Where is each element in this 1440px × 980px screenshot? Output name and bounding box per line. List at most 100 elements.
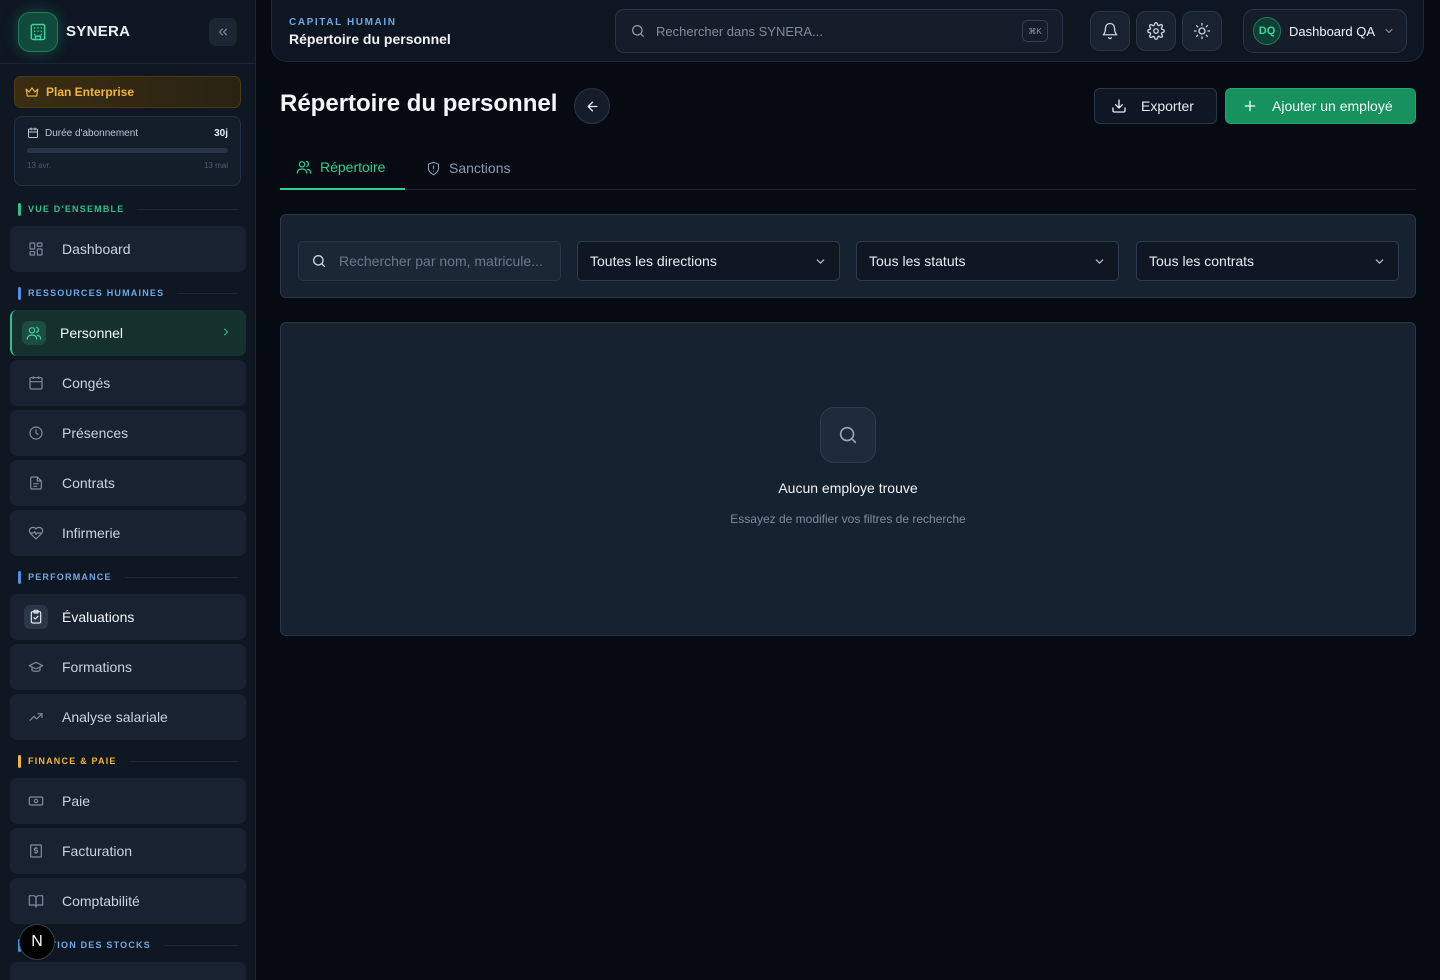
contract-select-value: Tous les contrats [1149, 253, 1255, 269]
tabs: Répertoire Sanctions [280, 146, 1416, 190]
section-label: PERFORMANCE [28, 572, 112, 582]
building-icon[interactable] [18, 11, 58, 52]
empty-state-title: Aucun employe trouve [778, 480, 918, 496]
section-vue-ensemble: VUE D'ENSEMBLE [0, 202, 255, 216]
book-icon [24, 889, 48, 913]
subscription-days: 30j [214, 127, 228, 139]
sidebar-item-label: Évaluations [62, 609, 135, 625]
calendar-icon [24, 371, 48, 395]
section-finance-paie: FINANCE & PAIE [0, 754, 255, 768]
sidebar-item-label: Infirmerie [62, 525, 121, 541]
sidebar-item-facturation[interactable]: Facturation [10, 828, 246, 874]
brand: SYNERA [0, 0, 255, 64]
sidebar-item-formations[interactable]: Formations [10, 644, 246, 690]
settings-button[interactable] [1136, 11, 1176, 51]
shield-alert-icon [427, 161, 440, 175]
sidebar-item-dashboard[interactable]: Dashboard [10, 226, 246, 272]
subscription-label: Durée d'abonnement [45, 127, 139, 139]
chevron-down-icon [1375, 258, 1384, 264]
collapse-sidebar-button[interactable] [209, 17, 237, 46]
tab-repertoire[interactable]: Répertoire [280, 146, 405, 190]
grid-icon [24, 237, 48, 261]
sidebar-item-stocks[interactable] [10, 962, 246, 980]
sidebar-item-contrats[interactable]: Contrats [10, 460, 246, 506]
direction-select-value: Toutes les directions [590, 253, 717, 269]
receipt-icon [24, 839, 48, 863]
add-employee-label: Ajouter un employé [1272, 98, 1393, 114]
user-name: Dashboard QA [1289, 23, 1375, 39]
sidebar-item-analyse-salariale[interactable]: Analyse salariale [10, 694, 246, 740]
sun-icon [1193, 22, 1211, 40]
search-icon [632, 25, 644, 37]
search-shortcut: ⌘K [1022, 20, 1048, 42]
contract-select[interactable]: Tous les contrats [1136, 241, 1399, 281]
dev-tools-badge[interactable]: N [19, 924, 55, 960]
empty-state-subtitle: Essayez de modifier vos filtres de reche… [730, 512, 966, 526]
sidebar-item-label: Présences [62, 425, 129, 441]
sidebar-item-label: Facturation [62, 843, 133, 859]
banknote-icon [24, 789, 48, 813]
chevron-down-icon [1095, 258, 1104, 264]
sidebar-item-label: Personnel [60, 325, 124, 341]
plan-badge[interactable]: Plan Enterprise [14, 76, 241, 108]
status-select[interactable]: Tous les statuts [856, 241, 1119, 281]
section-label: VUE D'ENSEMBLE [28, 204, 125, 214]
search-icon [820, 407, 876, 463]
file-icon [24, 471, 48, 495]
back-button[interactable] [574, 88, 610, 124]
sidebar-item-label: Comptabilité [62, 893, 140, 909]
subscription-end: 13 mai [203, 161, 228, 170]
plus-icon [1244, 100, 1256, 112]
sidebar-item-conges[interactable]: Congés [10, 360, 246, 406]
plan-label: Plan Enterprise [46, 85, 135, 99]
chevron-down-icon [816, 258, 825, 264]
tab-sanctions[interactable]: Sanctions [410, 146, 526, 190]
sidebar-item-presences[interactable]: Présences [10, 410, 246, 456]
sidebar-item-infirmerie[interactable]: Infirmerie [10, 510, 246, 556]
top-bar: CAPITAL HUMAIN Répertoire du personnel ⌘… [271, 0, 1424, 62]
trending-up-icon [24, 705, 48, 729]
chevron-right-icon [220, 325, 232, 341]
notifications-button[interactable] [1090, 11, 1130, 51]
global-search-input[interactable] [656, 23, 1012, 39]
employee-list-empty: Aucun employe trouve Essayez de modifier… [280, 322, 1416, 636]
global-search[interactable]: ⌘K [615, 9, 1063, 53]
chevrons-left-icon [218, 28, 228, 36]
sidebar-item-personnel[interactable]: Personnel [10, 310, 246, 356]
filter-bar: Toutes les directions Tous les statuts T… [280, 214, 1416, 298]
chevron-down-icon [1385, 29, 1393, 34]
clock-icon [24, 421, 48, 445]
employee-search[interactable] [298, 241, 561, 281]
graduation-cap-icon [24, 655, 48, 679]
arrow-left-icon [587, 101, 597, 111]
section-performance: PERFORMANCE [0, 570, 255, 584]
section-ressources-humaines: RESSOURCES HUMAINES [0, 286, 255, 300]
sidebar-item-comptabilite[interactable]: Comptabilité [10, 878, 246, 924]
status-select-value: Tous les statuts [869, 253, 966, 269]
sidebar-item-label: Analyse salariale [62, 709, 168, 725]
sidebar-item-paie[interactable]: Paie [10, 778, 246, 824]
subscription-progress [27, 148, 228, 153]
page-title: Répertoire du personnel [280, 90, 558, 117]
sidebar-item-evaluations[interactable]: Évaluations [10, 594, 246, 640]
employee-search-input[interactable] [339, 253, 548, 269]
export-button[interactable]: Exporter [1094, 88, 1217, 124]
brand-name: SYNERA [66, 23, 131, 40]
tab-label: Répertoire [320, 159, 386, 175]
section-label: FINANCE & PAIE [28, 756, 117, 766]
add-employee-button[interactable]: Ajouter un employé [1225, 88, 1416, 124]
sidebar-item-label: Congés [62, 375, 111, 391]
user-menu-button[interactable]: DQ Dashboard QA [1243, 9, 1407, 53]
users-icon [22, 321, 46, 345]
clipboard-check-icon [24, 605, 48, 629]
gear-icon [1147, 22, 1165, 40]
theme-toggle-button[interactable] [1182, 11, 1222, 51]
sidebar-item-label: Contrats [62, 475, 115, 491]
sidebar-item-label: Dashboard [62, 241, 131, 257]
heart-pulse-icon [24, 521, 48, 545]
search-icon [313, 254, 325, 267]
direction-select[interactable]: Toutes les directions [577, 241, 840, 281]
download-icon [1112, 99, 1126, 113]
users-icon [296, 160, 312, 174]
subscription-start: 13 avr. [27, 161, 52, 170]
